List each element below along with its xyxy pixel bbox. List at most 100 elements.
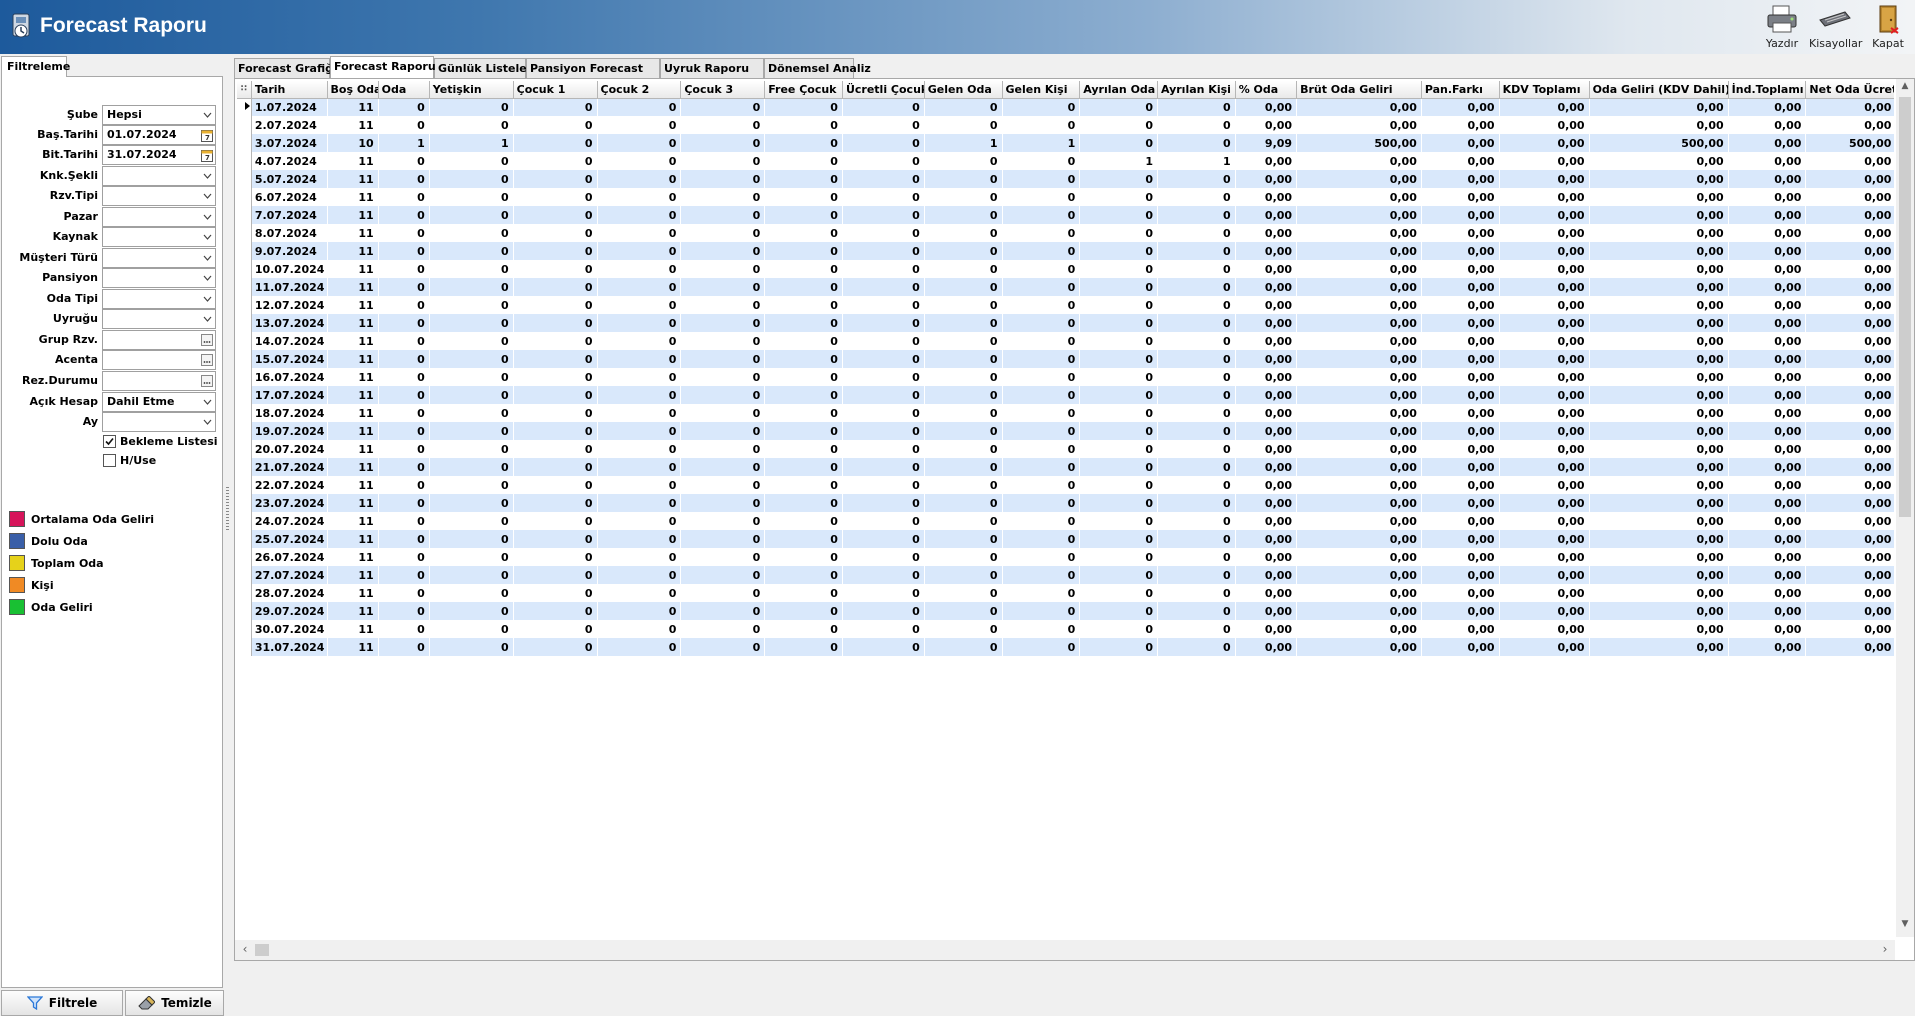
grid-corner-icon[interactable]: ∷ <box>237 81 252 99</box>
vertical-scrollbar[interactable]: ▲ ▼ <box>1896 79 1914 937</box>
column-header-net-oda-ucreti[interactable]: Net Oda Ücreti <box>1805 81 1894 99</box>
row-indicator[interactable] <box>237 152 252 170</box>
acik-hesap-field[interactable]: Dahil Etme <box>102 392 216 412</box>
acenta-field[interactable] <box>102 350 216 370</box>
row-indicator[interactable] <box>237 368 252 386</box>
column-header-yetiskin[interactable]: Yetişkin <box>429 81 514 99</box>
h-use-checkbox[interactable]: H/Use <box>103 453 223 469</box>
chevron-down-icon[interactable] <box>199 187 215 205</box>
table-row[interactable]: 3.07.2024 10 1 1 0 0 0 0 0 1 1 0 0 9,09 500,00 0,00 0,00… <box>237 134 1894 152</box>
bas-tarihi-field[interactable]: 01.07.2024 7 <box>102 125 216 145</box>
scroll-down-icon[interactable]: ▼ <box>1896 919 1914 935</box>
table-row[interactable]: 12.07.2024 11 0 0 0 0 0 0 0 0 0 0 0 0,00 0,00 0,00 0,00 0… <box>237 296 1894 314</box>
table-row[interactable]: 15.07.2024 11 0 0 0 0 0 0 0 0 0 0 0 0,00 0,00 0,00 0,00 0… <box>237 350 1894 368</box>
row-indicator[interactable] <box>237 170 252 188</box>
row-indicator[interactable] <box>237 188 252 206</box>
kaynak-field[interactable] <box>102 227 216 247</box>
column-header-free-cocuk[interactable]: Free Çocuk <box>764 81 843 99</box>
table-row[interactable]: 1.07.2024 11 0 0 0 0 0 0 0 0 0 0 0 0,00 0,00 0,00 0,00 0,… <box>237 98 1894 116</box>
close-button[interactable]: Kapat <box>1868 4 1908 50</box>
calendar-icon[interactable]: 7 <box>199 146 215 164</box>
pazar-field[interactable] <box>102 207 216 227</box>
row-indicator[interactable] <box>237 584 252 602</box>
column-header-gelen-oda[interactable]: Gelen Oda <box>924 81 1003 99</box>
rzv-tipi-field[interactable] <box>102 186 216 206</box>
column-header-ucretli-cocuk[interactable]: Ücretli Çocuk <box>842 81 925 99</box>
column-header-brut-oda-geliri[interactable]: Brüt Oda Geliri <box>1296 81 1422 99</box>
row-indicator[interactable] <box>237 314 252 332</box>
row-indicator[interactable] <box>237 260 252 278</box>
table-row[interactable]: 24.07.2024 11 0 0 0 0 0 0 0 0 0 0 0 0,00 0,00 0,00 0,00 0… <box>237 512 1894 530</box>
row-indicator[interactable] <box>237 386 252 404</box>
row-indicator[interactable] <box>237 440 252 458</box>
row-indicator[interactable] <box>237 206 252 224</box>
print-button[interactable]: Yazdır <box>1762 4 1802 50</box>
table-row[interactable]: 8.07.2024 11 0 0 0 0 0 0 0 0 0 0 0 0,00 0,00 0,00 0,00 0,… <box>237 224 1894 242</box>
column-header-pan-farki[interactable]: Pan.Farkı <box>1421 81 1500 99</box>
row-indicator[interactable] <box>237 332 252 350</box>
table-row[interactable]: 14.07.2024 11 0 0 0 0 0 0 0 0 0 0 0 0,00 0,00 0,00 0,00 0… <box>237 332 1894 350</box>
table-row[interactable]: 29.07.2024 11 0 0 0 0 0 0 0 0 0 0 0 0,00 0,00 0,00 0,00 0… <box>237 602 1894 620</box>
table-row[interactable]: 27.07.2024 11 0 0 0 0 0 0 0 0 0 0 0 0,00 0,00 0,00 0,00 0… <box>237 566 1894 584</box>
column-header-gelen-kisi[interactable]: Gelen Kişi <box>1002 81 1081 99</box>
horizontal-scrollbar[interactable]: ‹ › <box>235 940 1895 960</box>
checkbox-empty-icon[interactable] <box>103 454 116 467</box>
scroll-left-icon[interactable]: ‹ <box>237 942 253 956</box>
table-row[interactable]: 25.07.2024 11 0 0 0 0 0 0 0 0 0 0 0 0,00 0,00 0,00 0,00 0… <box>237 530 1894 548</box>
table-row[interactable]: 28.07.2024 11 0 0 0 0 0 0 0 0 0 0 0 0,00 0,00 0,00 0,00 0… <box>237 584 1894 602</box>
chevron-down-icon[interactable] <box>199 393 215 411</box>
row-indicator[interactable] <box>237 512 252 530</box>
table-row[interactable]: 23.07.2024 11 0 0 0 0 0 0 0 0 0 0 0 0,00 0,00 0,00 0,00 0… <box>237 494 1894 512</box>
column-header-ayrilan-kisi[interactable]: Ayrılan Kişi <box>1157 81 1236 99</box>
table-row[interactable]: 31.07.2024 11 0 0 0 0 0 0 0 0 0 0 0 0,00 0,00 0,00 0,00 0… <box>237 638 1894 656</box>
column-header-oda-geliri-kdv-dahil[interactable]: Oda Geliri (KDV Dahil) <box>1589 81 1729 99</box>
calendar-icon[interactable]: 7 <box>199 126 215 144</box>
column-header-kdv-toplami[interactable]: KDV Toplamı <box>1499 81 1590 99</box>
row-indicator[interactable] <box>237 278 252 296</box>
tab-forecast-raporu[interactable]: Forecast Raporu <box>330 56 436 78</box>
oda-tipi-field[interactable] <box>102 289 216 309</box>
tab-pansiyon-forecast[interactable]: Pansiyon Forecast <box>526 58 660 78</box>
chevron-down-icon[interactable] <box>199 413 215 431</box>
table-row[interactable]: 11.07.2024 11 0 0 0 0 0 0 0 0 0 0 0 0,00 0,00 0,00 0,00 0… <box>237 278 1894 296</box>
row-indicator[interactable] <box>237 566 252 584</box>
table-row[interactable]: 10.07.2024 11 0 0 0 0 0 0 0 0 0 0 0 0,00 0,00 0,00 0,00 0… <box>237 260 1894 278</box>
table-row[interactable]: 13.07.2024 11 0 0 0 0 0 0 0 0 0 0 0 0,00 0,00 0,00 0,00 0… <box>237 314 1894 332</box>
column-header-ayrilan-oda[interactable]: Ayrılan Oda <box>1079 81 1158 99</box>
table-row[interactable]: 5.07.2024 11 0 0 0 0 0 0 0 0 0 0 0 0,00 0,00 0,00 0,00 0,… <box>237 170 1894 188</box>
rez-durumu-field[interactable] <box>102 371 216 391</box>
table-row[interactable]: 7.07.2024 11 0 0 0 0 0 0 0 0 0 0 0 0,00 0,00 0,00 0,00 0,… <box>237 206 1894 224</box>
ellipsis-icon[interactable] <box>199 372 215 390</box>
tab-uyruk-raporu[interactable]: Uyruk Raporu <box>660 58 764 78</box>
row-indicator[interactable] <box>237 620 252 638</box>
column-header-oda[interactable]: % Oda <box>1235 81 1298 99</box>
row-indicator[interactable] <box>237 350 252 368</box>
row-indicator[interactable] <box>237 224 252 242</box>
chevron-down-icon[interactable] <box>199 249 215 267</box>
scroll-right-icon[interactable]: › <box>1877 942 1893 956</box>
column-header-cocuk-3[interactable]: Çocuk 3 <box>680 81 766 99</box>
scroll-up-icon[interactable]: ▲ <box>1896 81 1914 97</box>
knk-sekli-field[interactable] <box>102 166 216 186</box>
pansiyon-field[interactable] <box>102 268 216 288</box>
ellipsis-icon[interactable] <box>199 351 215 369</box>
chevron-down-icon[interactable] <box>199 228 215 246</box>
row-indicator[interactable] <box>237 242 252 260</box>
table-row[interactable]: 6.07.2024 11 0 0 0 0 0 0 0 0 0 0 0 0,00 0,00 0,00 0,00 0,… <box>237 188 1894 206</box>
column-header-oda[interactable]: Oda <box>378 81 430 99</box>
grup-rzv-field[interactable] <box>102 330 216 350</box>
row-indicator[interactable] <box>237 602 252 620</box>
clear-button[interactable]: Temizle <box>125 990 224 1016</box>
column-header-cocuk-2[interactable]: Çocuk 2 <box>597 81 682 99</box>
uyrugu-field[interactable] <box>102 309 216 329</box>
chevron-down-icon[interactable] <box>199 167 215 185</box>
bekleme-listesi-checkbox[interactable]: Bekleme Listesi <box>103 434 223 450</box>
chevron-down-icon[interactable] <box>199 269 215 287</box>
filter-button[interactable]: Filtrele <box>1 990 123 1016</box>
bit-tarihi-field[interactable]: 31.07.2024 7 <box>102 145 216 165</box>
tab-donemsel-analiz[interactable]: Dönemsel Analiz <box>764 58 871 78</box>
chevron-down-icon[interactable] <box>199 310 215 328</box>
chevron-down-icon[interactable] <box>199 106 215 124</box>
table-row[interactable]: 17.07.2024 11 0 0 0 0 0 0 0 0 0 0 0 0,00 0,00 0,00 0,00 0… <box>237 386 1894 404</box>
table-row[interactable]: 26.07.2024 11 0 0 0 0 0 0 0 0 0 0 0 0,00 0,00 0,00 0,00 0… <box>237 548 1894 566</box>
